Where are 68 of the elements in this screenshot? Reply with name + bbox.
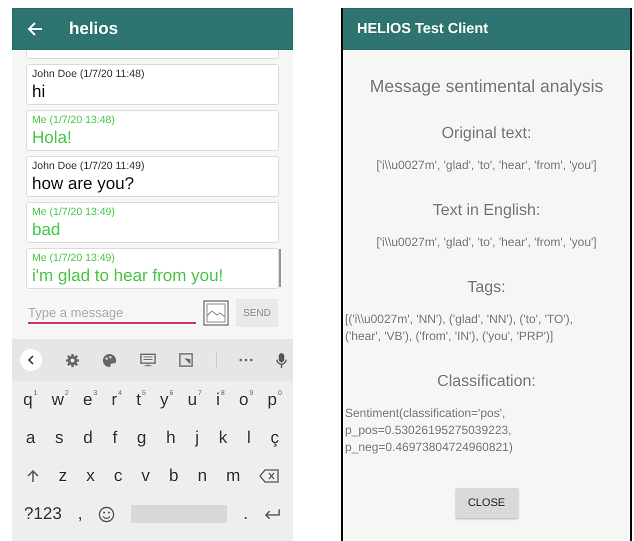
section-text: Sentiment(classification='pos', p_pos=0.53026195275039223, p_neg=0.46973804724960821)	[344, 405, 514, 456]
keyboard-key[interactable]: a	[26, 427, 36, 449]
key-label: e	[82, 389, 92, 411]
keyboard-key[interactable]: s	[55, 427, 64, 449]
back-arrow-icon[interactable]	[27, 21, 43, 37]
keyboard-key[interactable]: j	[195, 427, 200, 449]
image-icon[interactable]	[203, 300, 229, 326]
close-button[interactable]: CLOSE	[456, 488, 518, 518]
key-label: p	[267, 389, 277, 411]
key-label: r	[111, 389, 118, 411]
message-header: Me (1/7/20 13:49)	[32, 252, 116, 265]
keyboard-key[interactable]: g	[136, 427, 146, 449]
keyboard-key[interactable]: l	[247, 427, 251, 449]
key-label: q	[23, 389, 33, 411]
section-heading: Original text:	[442, 125, 532, 143]
emoji-icon[interactable]	[98, 506, 116, 522]
chevron-left-icon	[26, 355, 36, 365]
key-label: t	[136, 389, 141, 411]
app-title: helios	[69, 19, 118, 39]
keyboard-key[interactable]: f	[112, 427, 118, 449]
keyboard-key[interactable]: n	[198, 465, 208, 487]
palette-icon[interactable]	[102, 352, 118, 368]
app-title: HELIOS Test Client	[357, 21, 488, 37]
message-header: Me (1/7/20 13:48)	[32, 114, 116, 127]
message-header: Me (1/7/20 13:49)	[32, 206, 116, 219]
message-text: bad	[32, 219, 62, 241]
collapse-button[interactable]	[20, 349, 42, 371]
section-heading: Tags:	[467, 279, 506, 297]
message-input-field[interactable]: Type a message	[28, 302, 196, 324]
section-text: [('i\\u0027m', 'NN'), ('glad', 'NN'), ('to', 'TO'), ('hear', 'VB'), ('from', 'IN'), ('you', 'PRP')]	[344, 311, 574, 345]
keyboard-key[interactable]: m	[226, 465, 240, 487]
keyboard-key[interactable]: c	[114, 465, 122, 487]
keyboard-key[interactable]: ?123	[24, 503, 62, 525]
message-text: Hola!	[32, 127, 73, 149]
more-icon[interactable]	[239, 358, 254, 362]
scrollbar[interactable]	[279, 249, 281, 287]
keyboard-key[interactable]: k	[218, 427, 228, 449]
microphone-icon[interactable]	[276, 352, 287, 368]
keyboard-icon[interactable]	[140, 352, 156, 368]
message-text: hi	[32, 81, 46, 103]
message-header: John Doe (1/7/20 11:49)	[32, 160, 146, 173]
message-text: how are you?	[32, 173, 136, 195]
keyboard-key[interactable]: z	[58, 465, 68, 487]
keyboard-key[interactable]: h	[166, 427, 176, 449]
message-text: i'm glad to hear from you!	[32, 265, 224, 287]
key-label: u	[188, 389, 198, 411]
keyboard-key[interactable]: .	[243, 503, 248, 525]
settings-icon[interactable]	[64, 352, 80, 368]
dialog-heading: Message sentimental analysis	[370, 76, 604, 97]
section-text: ['i\\u0027m', 'glad', 'to', 'hear', 'from', 'you']	[375, 234, 598, 251]
keyboard-key[interactable]: v	[141, 465, 150, 487]
key-label: w	[52, 389, 64, 411]
section-heading: Classification:	[437, 373, 536, 391]
keyboard-key[interactable]: x	[86, 465, 95, 487]
resize-icon[interactable]	[178, 353, 193, 367]
shift-icon[interactable]	[26, 469, 40, 483]
keyboard-key[interactable]: ç	[270, 427, 279, 449]
keyboard-key[interactable]: d	[83, 427, 93, 449]
keyboard-key[interactable]: ,	[78, 503, 82, 525]
backspace-icon[interactable]	[259, 469, 280, 483]
section-text: ['i\\u0027m', 'glad', 'to', 'hear', 'from', 'you']	[375, 157, 598, 174]
key-label: i	[216, 389, 220, 411]
keyboard-key[interactable]: b	[169, 465, 178, 487]
enter-icon[interactable]	[264, 508, 281, 520]
message-header: John Doe (1/7/20 11:48)	[32, 68, 146, 81]
section-heading: Text in English:	[432, 202, 540, 220]
key-label: o	[238, 389, 248, 411]
key-label: y	[160, 389, 169, 411]
